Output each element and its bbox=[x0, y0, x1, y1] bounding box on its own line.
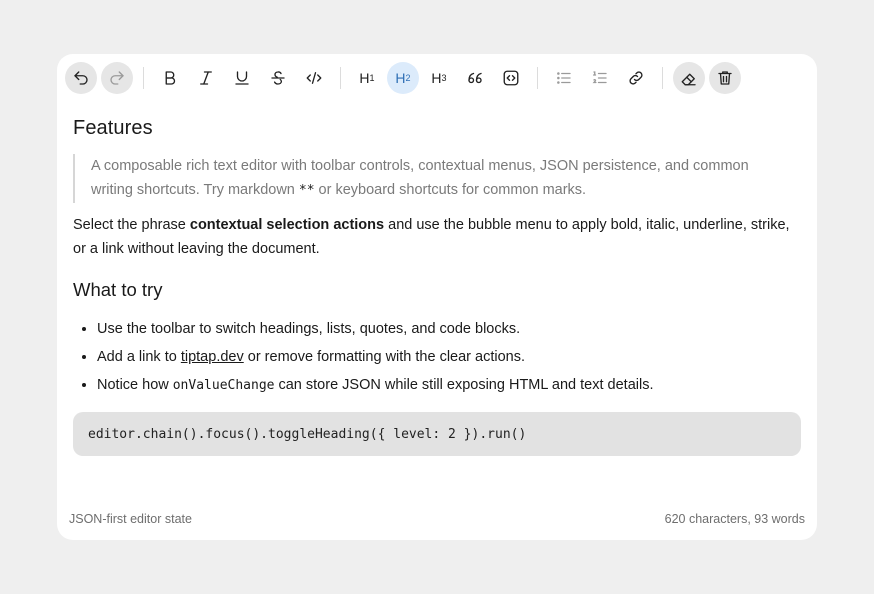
list-inline-code: onValueChange bbox=[172, 378, 275, 393]
list-item-text-end: or remove formatting with the clear acti… bbox=[247, 349, 525, 365]
heading-2-label: H bbox=[395, 70, 406, 86]
clear-formatting-button[interactable] bbox=[673, 62, 705, 94]
quote-icon bbox=[468, 72, 482, 84]
strikethrough-icon bbox=[271, 71, 285, 85]
heading-1-level: 1 bbox=[369, 73, 375, 83]
toolbar-divider bbox=[537, 67, 538, 89]
list-item-text: Use the toolbar to switch headings, list… bbox=[97, 321, 521, 337]
ordered-list-icon bbox=[592, 71, 607, 84]
list-item: Notice howonValueChangecan store JSON wh… bbox=[97, 371, 803, 400]
heading-1-button[interactable]: H1 bbox=[351, 62, 383, 94]
delete-button[interactable] bbox=[709, 62, 741, 94]
list-item-text: Notice how bbox=[97, 377, 169, 393]
heading-3-button[interactable]: H3 bbox=[423, 62, 455, 94]
code-block-button[interactable] bbox=[495, 62, 527, 94]
list-item: Use the toolbar to switch headings, list… bbox=[97, 315, 803, 343]
code-icon bbox=[306, 72, 322, 84]
blockquote-button[interactable] bbox=[459, 62, 491, 94]
heading-1-label: H bbox=[359, 70, 370, 86]
editor-content[interactable]: Features A composable rich text editor w… bbox=[73, 114, 803, 456]
toolbar: H1 H2 H3 bbox=[65, 61, 745, 95]
underline-button[interactable] bbox=[226, 62, 258, 94]
section-heading: What to try bbox=[73, 279, 163, 300]
bold-button[interactable] bbox=[154, 62, 186, 94]
heading-2-level: 2 bbox=[405, 73, 411, 83]
quote-inline-code: ** bbox=[298, 183, 315, 198]
tips-list: Use the toolbar to switch headings, list… bbox=[73, 315, 803, 400]
ordered-list-button[interactable] bbox=[584, 62, 616, 94]
code-button[interactable] bbox=[298, 62, 330, 94]
list-item-text-end: can store JSON while still exposing HTML… bbox=[278, 377, 654, 393]
editor-state-label: JSON-first editor state bbox=[69, 512, 192, 526]
italic-icon bbox=[200, 71, 212, 85]
code-block-icon bbox=[503, 70, 519, 86]
para-text: Select the phrase bbox=[73, 217, 186, 233]
link-button[interactable] bbox=[620, 62, 652, 94]
editor-card: H1 H2 H3 Features A composable rich text… bbox=[57, 54, 817, 540]
code-block: editor.chain().focus().toggleHeading({ l… bbox=[73, 412, 801, 456]
para-bold-phrase: contextual selection actions bbox=[189, 217, 385, 233]
underline-icon bbox=[235, 71, 249, 85]
redo-button[interactable] bbox=[101, 62, 133, 94]
toolbar-divider bbox=[340, 67, 341, 89]
undo-icon bbox=[74, 71, 88, 85]
intro-blockquote: A composable rich text editor with toolb… bbox=[73, 154, 791, 203]
toolbar-divider bbox=[143, 67, 144, 89]
list-item: Add a link to tiptap.dev or remove forma… bbox=[97, 343, 803, 371]
trash-icon bbox=[718, 71, 732, 85]
bullet-list-icon bbox=[557, 72, 571, 84]
quote-text-end: or keyboard shortcuts for common marks. bbox=[318, 182, 587, 198]
selection-paragraph: Select the phrase contextual selection a… bbox=[73, 213, 803, 261]
bold-icon bbox=[165, 71, 176, 85]
toolbar-divider bbox=[662, 67, 663, 89]
eraser-icon bbox=[681, 73, 696, 86]
tiptap-link[interactable]: tiptap.dev bbox=[181, 349, 244, 365]
bullet-list-button[interactable] bbox=[548, 62, 580, 94]
list-item-text: Add a link to bbox=[97, 349, 177, 365]
italic-button[interactable] bbox=[190, 62, 222, 94]
heading-3-label: H bbox=[431, 70, 442, 86]
document-heading: Features bbox=[73, 117, 153, 139]
character-count: 620 characters, 93 words bbox=[664, 512, 805, 526]
strike-button[interactable] bbox=[262, 62, 294, 94]
heading-2-button[interactable]: H2 bbox=[387, 62, 419, 94]
link-icon bbox=[629, 71, 643, 85]
undo-button[interactable] bbox=[65, 62, 97, 94]
heading-3-level: 3 bbox=[441, 73, 447, 83]
redo-icon bbox=[110, 71, 124, 85]
